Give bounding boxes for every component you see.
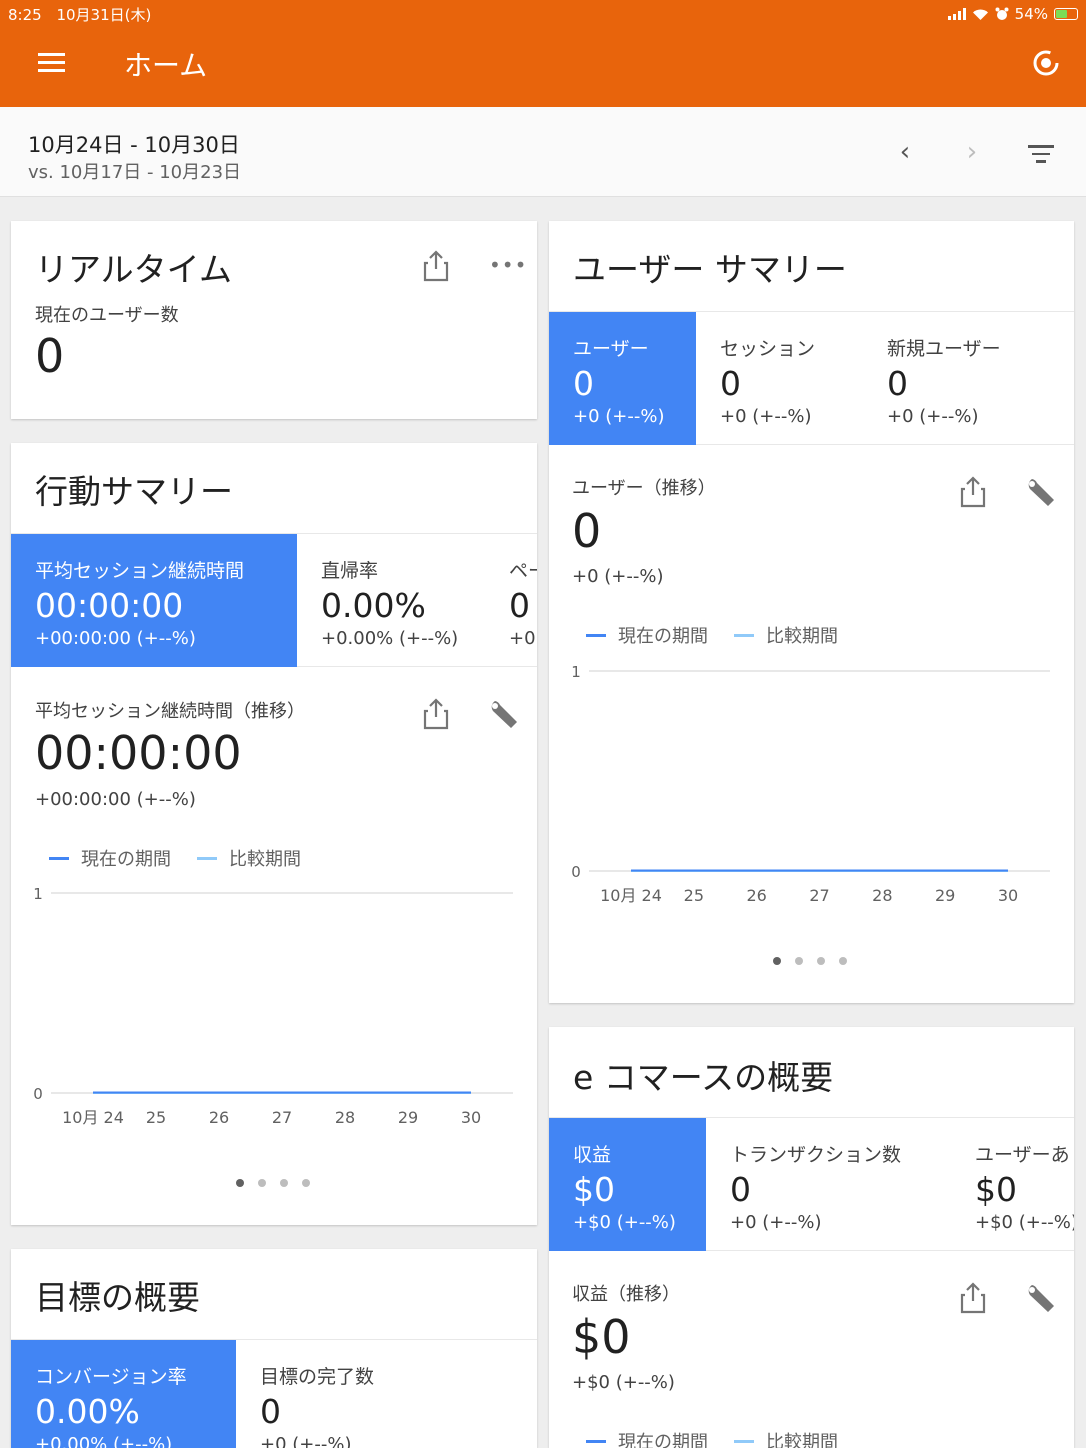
tab-new-users[interactable]: 新規ユーザー 0 +0 (+--%) — [863, 312, 1074, 445]
behavior-summary-card: 行動サマリー 平均セッション継続時間 00:00:00 +00:00:00 (+… — [11, 443, 537, 1225]
x-tick-label: 25 — [146, 1108, 166, 1127]
y-tick-label: 1 — [571, 663, 581, 681]
tab-pageviews[interactable]: ペー 0 +0 ( — [485, 534, 537, 667]
behavior-trend-label: 平均セッション継続時間（推移） — [35, 701, 305, 722]
ecommerce-summary-card: e コマースの概要 収益 $0 +$0 (+--%) トランザクション数 0 +… — [549, 1027, 1074, 1448]
x-tick-label: 30 — [998, 886, 1018, 905]
legend-current: 現在の期間 — [618, 1432, 708, 1448]
revenue-trend-delta: +$0 (+--%) — [572, 1372, 675, 1393]
x-tick-label: 26 — [209, 1108, 229, 1127]
behavior-trend-delta: +00:00:00 (+--%) — [35, 789, 196, 810]
x-tick-label: 10月 24 — [62, 1108, 124, 1127]
legend-compare: 比較期間 — [766, 626, 838, 647]
goals-title: 目標の概要 — [35, 1278, 200, 1317]
status-time: 8:25 — [8, 5, 42, 24]
behavior-trend-value: 00:00:00 — [35, 726, 242, 780]
tab-transactions[interactable]: トランザクション数 0 +0 (+--%) — [706, 1118, 951, 1251]
alarm-icon — [995, 7, 1009, 20]
goals-summary-card: 目標の概要 コンバージョン率 0.00% +0.00% (+--%) 目標の完了… — [11, 1249, 537, 1448]
x-tick-label: 28 — [872, 886, 892, 905]
menu-icon[interactable] — [38, 53, 65, 73]
app-bar: 8:25 10月31日(木) 54% ホーム — [0, 0, 1086, 107]
x-tick-label: 30 — [461, 1108, 481, 1127]
user-trend-value: 0 — [572, 504, 602, 558]
legend-compare: 比較期間 — [229, 849, 301, 870]
revenue-trend-label: 収益（推移） — [572, 1284, 680, 1305]
chart-legend: 現在の期間 比較期間 — [586, 1428, 838, 1448]
signal-icon — [947, 8, 966, 20]
user-trend-label: ユーザー（推移） — [572, 478, 716, 499]
x-tick-label: 29 — [398, 1108, 418, 1127]
x-tick-label: 25 — [684, 886, 704, 905]
user-summary-title: ユーザー サマリー — [573, 250, 847, 289]
chart-legend: 現在の期間 比較期間 — [49, 845, 301, 871]
date-range-compare[interactable]: vs. 10月17日 - 10月23日 — [28, 158, 241, 184]
share-icon[interactable] — [421, 249, 451, 283]
status-date: 10月31日(木) — [56, 5, 152, 24]
tab-conversion-rate[interactable]: コンバージョン率 0.00% +0.00% (+--%) — [11, 1340, 236, 1448]
date-range-current[interactable]: 10月24日 - 10月30日 — [28, 129, 240, 159]
realtime-label: 現在のユーザー数 — [35, 305, 179, 326]
revenue-trend-value: $0 — [572, 1310, 631, 1364]
date-range-bar: 10月24日 - 10月30日 vs. 10月17日 - 10月23日 ‹ › — [0, 107, 1086, 197]
page-indicator[interactable] — [773, 957, 847, 965]
chevron-right-icon[interactable]: › — [960, 137, 984, 167]
user-summary-tabs: ユーザー 0 +0 (+--%) セッション 0 +0 (+--%) 新規ユーザ… — [549, 311, 1074, 445]
wifi-icon — [972, 9, 988, 20]
y-tick-label: 1 — [33, 885, 43, 903]
behavior-tabs: 平均セッション継続時間 00:00:00 +00:00:00 (+--%) 直帰… — [11, 533, 537, 667]
share-icon[interactable] — [958, 475, 988, 509]
legend-current: 現在の期間 — [618, 626, 708, 647]
goals-tabs: コンバージョン率 0.00% +0.00% (+--%) 目標の完了数 0 +0… — [11, 1339, 537, 1448]
battery-icon — [1054, 8, 1078, 20]
tab-bounce-rate[interactable]: 直帰率 0.00% +0.00% (+--%) — [297, 534, 485, 667]
tab-goal-completions[interactable]: 目標の完了数 0 +0 (+--%) — [236, 1340, 537, 1448]
wrench-icon[interactable] — [487, 697, 523, 731]
user-trend-chart: 0 1 10月 24 25 26 27 28 29 30 — [571, 663, 1050, 905]
tab-users[interactable]: ユーザー 0 +0 (+--%) — [549, 312, 696, 445]
share-icon[interactable] — [421, 697, 451, 731]
tab-revenue-per-user[interactable]: ユーザーあ $0 +$0 (+--%) — [951, 1118, 1074, 1251]
share-icon[interactable] — [958, 1281, 988, 1315]
behavior-title: 行動サマリー — [35, 472, 233, 511]
wrench-icon[interactable] — [1024, 1281, 1060, 1315]
tab-revenue[interactable]: 収益 $0 +$0 (+--%) — [549, 1118, 706, 1251]
user-trend-delta: +0 (+--%) — [572, 566, 664, 587]
wrench-icon[interactable] — [1024, 475, 1060, 509]
status-bar: 8:25 10月31日(木) 54% — [8, 4, 1078, 24]
chevron-left-icon[interactable]: ‹ — [893, 137, 917, 167]
battery-percent: 54% — [1014, 5, 1048, 23]
x-tick-label: 26 — [746, 886, 766, 905]
ecommerce-title: e コマースの概要 — [573, 1058, 834, 1097]
realtime-title: リアルタイム — [35, 250, 233, 289]
x-tick-label: 29 — [935, 886, 955, 905]
tab-avg-session-duration[interactable]: 平均セッション継続時間 00:00:00 +00:00:00 (+--%) — [11, 534, 297, 667]
user-summary-card: ユーザー サマリー ユーザー 0 +0 (+--%) セッション 0 +0 (+… — [549, 221, 1074, 1003]
ecommerce-tabs: 収益 $0 +$0 (+--%) トランザクション数 0 +0 (+--%) ユ… — [549, 1117, 1074, 1251]
filter-icon[interactable] — [1028, 145, 1054, 168]
y-tick-label: 0 — [33, 1085, 43, 1103]
page-title: ホーム — [124, 49, 208, 82]
tab-sessions[interactable]: セッション 0 +0 (+--%) — [696, 312, 863, 445]
y-tick-label: 0 — [571, 863, 581, 881]
x-tick-label: 10月 24 — [600, 886, 662, 905]
realtime-card: リアルタイム ••• 現在のユーザー数 0 — [11, 221, 537, 419]
x-tick-label: 27 — [809, 886, 829, 905]
legend-current: 現在の期間 — [81, 849, 171, 870]
x-tick-label: 27 — [272, 1108, 292, 1127]
account-switch-icon[interactable] — [1031, 48, 1061, 78]
realtime-value: 0 — [35, 329, 65, 383]
x-tick-label: 28 — [335, 1108, 355, 1127]
legend-compare: 比較期間 — [766, 1432, 838, 1448]
behavior-trend-chart: 0 1 10月 24 25 26 27 28 29 30 — [33, 885, 513, 1127]
page-indicator[interactable] — [236, 1179, 310, 1187]
more-icon[interactable]: ••• — [489, 253, 527, 277]
chart-legend: 現在の期間 比較期間 — [586, 622, 838, 648]
